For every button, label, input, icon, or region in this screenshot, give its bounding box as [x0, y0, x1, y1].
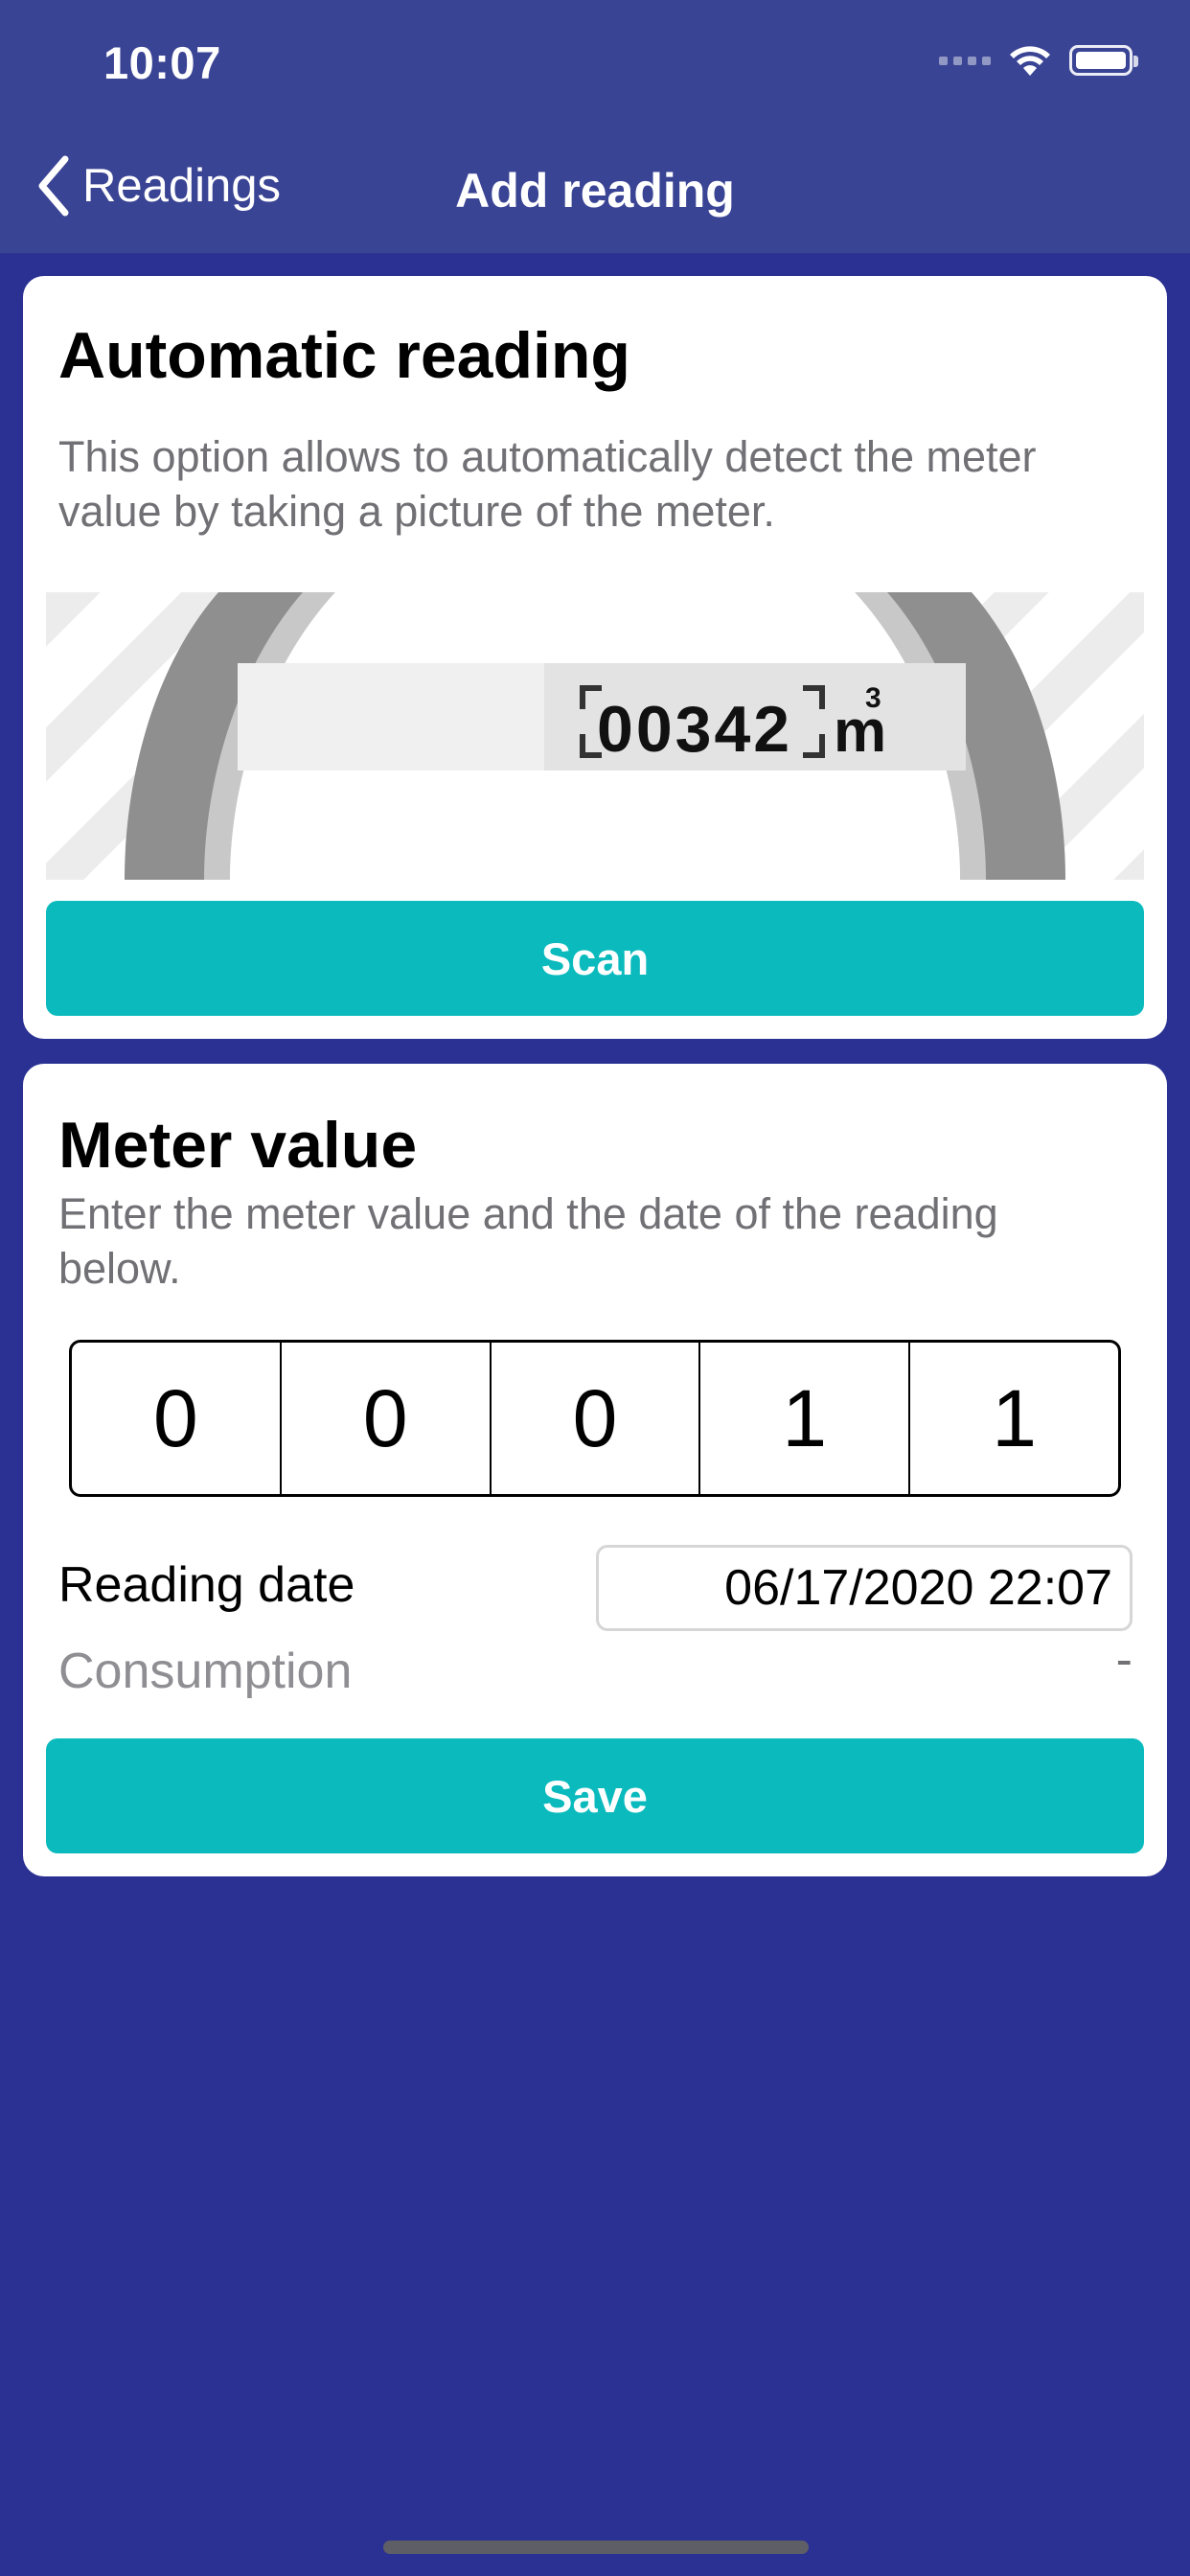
meter-value-title: Meter value [58, 1109, 418, 1182]
reading-date-label: Reading date [58, 1557, 355, 1613]
meter-digit[interactable]: 0 [72, 1343, 282, 1494]
reading-date-field[interactable]: 06/17/2020 22:07 [596, 1545, 1133, 1631]
save-button-label: Save [542, 1770, 648, 1822]
meter-digit[interactable]: 0 [282, 1343, 492, 1494]
meter-reading-unit-exponent: 3 [865, 682, 881, 714]
status-icons [939, 44, 1138, 77]
consumption-label: Consumption [58, 1644, 353, 1699]
meter-value-description: Enter the meter value and the date of th… [58, 1189, 998, 1293]
meter-reading-value: 00342 [597, 693, 792, 766]
meter-digit-input[interactable]: 0 0 0 1 1 [69, 1340, 1121, 1497]
scan-button[interactable]: Scan [46, 901, 1144, 1016]
meter-digit[interactable]: 0 [492, 1343, 701, 1494]
scan-button-label: Scan [540, 932, 650, 984]
save-button[interactable]: Save [46, 1738, 1144, 1853]
cellular-signal-icon [939, 56, 991, 65]
navigation-header: 10:07 Readings Add reading [0, 0, 1190, 254]
meter-digit[interactable]: 1 [910, 1343, 1118, 1494]
consumption-value: - [1115, 1632, 1133, 1688]
wifi-icon [1010, 46, 1050, 76]
automatic-reading-description: This option allows to automatically dete… [58, 432, 1037, 536]
automatic-reading-card: Automatic reading This option allows to … [23, 276, 1167, 1039]
meter-digit[interactable]: 1 [700, 1343, 911, 1494]
meter-illustration: 00342 m 3 [46, 592, 1144, 880]
meter-value-card: Meter value Enter the meter value and th… [23, 1064, 1167, 1876]
status-time: 10:07 [103, 37, 221, 88]
battery-icon [1069, 45, 1138, 76]
home-indicator[interactable] [383, 2541, 809, 2554]
automatic-reading-title: Automatic reading [58, 319, 630, 392]
page-title: Add reading [455, 164, 735, 218]
reading-date-value: 06/17/2020 22:07 [724, 1560, 1112, 1616]
